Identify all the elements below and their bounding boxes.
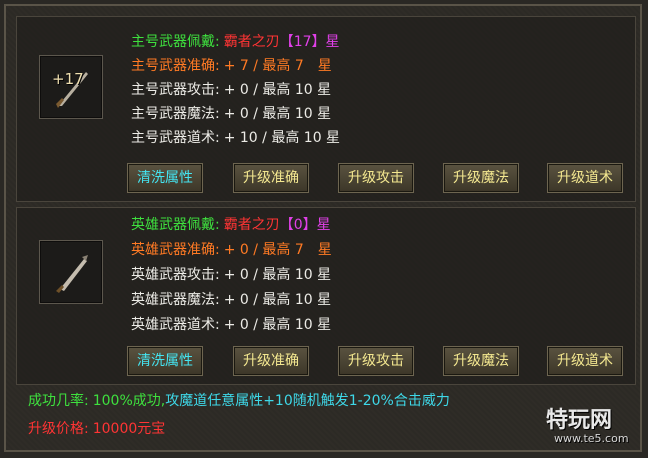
price-value: 10000元宝 bbox=[92, 421, 166, 437]
hero-magic-line: 英雄武器魔法: + 0 / 最高 10 星 bbox=[131, 289, 331, 311]
hero-accuracy-value: + 0 / 最高 7 星 bbox=[223, 242, 332, 258]
success-rate-value: 100%成功, bbox=[92, 393, 166, 409]
success-rate-line: 成功几率: 100%成功,攻魔道任意属性+10随机触发1-20%合击威力 bbox=[28, 390, 450, 412]
main-upgrade-taoism-button[interactable]: 升级道术 bbox=[547, 163, 623, 193]
hero-taoism-line: 英雄武器道术: + 0 / 最高 10 星 bbox=[131, 314, 331, 336]
main-accuracy-label: 主号武器准确: bbox=[131, 58, 220, 74]
main-upgrade-attack-button[interactable]: 升级攻击 bbox=[338, 163, 414, 193]
hero-wear-item: 霸者之刃 bbox=[223, 217, 280, 233]
hero-wear-label: 英雄武器佩戴: bbox=[131, 217, 220, 233]
hero-weapon-panel: 英雄武器佩戴: 霸者之刃【0】星 英雄武器准确: + 0 / 最高 7 星 英雄武器… bbox=[16, 207, 636, 385]
hero-magic-value: + 0 / 最高 10 星 bbox=[223, 292, 332, 308]
main-magic-line: 主号武器魔法: + 0 / 最高 10 星 bbox=[131, 103, 331, 125]
success-rate-desc: 攻魔道任意属性+10随机触发1-20%合击威力 bbox=[165, 393, 450, 409]
main-upgrade-accuracy-button[interactable]: 升级准确 bbox=[233, 163, 309, 193]
watermark-url: www.te5.com bbox=[554, 432, 629, 445]
main-wear-label: 主号武器佩戴: bbox=[131, 34, 220, 50]
main-wear-line: 主号武器佩戴: 霸者之刃【17】星 bbox=[131, 31, 340, 53]
slot-level: +17 bbox=[52, 70, 84, 88]
hero-taoism-value: + 0 / 最高 10 星 bbox=[223, 317, 332, 333]
price-label: 升级价格: bbox=[28, 421, 89, 437]
main-upgrade-magic-button[interactable]: 升级魔法 bbox=[443, 163, 519, 193]
hero-attack-label: 英雄武器攻击: bbox=[131, 267, 220, 283]
hero-button-row: 清洗属性 升级准确 升级攻击 升级魔法 升级道术 bbox=[127, 346, 637, 378]
hero-upgrade-accuracy-button[interactable]: 升级准确 bbox=[233, 346, 309, 376]
main-weapon-slot[interactable]: +17 bbox=[39, 55, 103, 119]
main-wear-item: 霸者之刃 bbox=[223, 34, 280, 50]
hero-wear-line: 英雄武器佩戴: 霸者之刃【0】星 bbox=[131, 214, 331, 236]
watermark-brand: 特玩网 bbox=[546, 408, 613, 433]
main-accuracy-line: 主号武器准确: + 7 / 最高 7 星 bbox=[131, 55, 332, 77]
main-wash-button[interactable]: 清洗属性 bbox=[127, 163, 203, 193]
hero-accuracy-line: 英雄武器准确: + 0 / 最高 7 星 bbox=[131, 239, 332, 261]
main-attack-line: 主号武器攻击: + 0 / 最高 10 星 bbox=[131, 79, 331, 101]
main-attack-value: + 0 / 最高 10 星 bbox=[223, 82, 332, 98]
site-watermark: 特玩网 www.te5.com bbox=[546, 402, 642, 452]
hero-taoism-label: 英雄武器道术: bbox=[131, 317, 220, 333]
hero-upgrade-taoism-button[interactable]: 升级道术 bbox=[547, 346, 623, 376]
main-taoism-label: 主号武器道术: bbox=[131, 130, 220, 146]
sword-icon bbox=[56, 255, 88, 293]
hero-weapon-slot[interactable] bbox=[39, 240, 103, 304]
main-taoism-line: 主号武器道术: + 10 / 最高 10 星 bbox=[131, 127, 340, 149]
hero-accuracy-label: 英雄武器准确: bbox=[131, 242, 220, 258]
main-button-row: 清洗属性 升级准确 升级攻击 升级魔法 升级道术 bbox=[127, 163, 637, 195]
upgrade-info: 成功几率: 100%成功,攻魔道任意属性+10随机触发1-20%合击威力 升级价格… bbox=[16, 390, 636, 450]
main-wear-stars: 【17】 bbox=[279, 34, 326, 50]
price-line: 升级价格: 10000元宝 bbox=[28, 418, 165, 440]
hero-upgrade-magic-button[interactable]: 升级魔法 bbox=[443, 346, 519, 376]
hero-attack-line: 英雄武器攻击: + 0 / 最高 10 星 bbox=[131, 264, 331, 286]
hero-upgrade-attack-button[interactable]: 升级攻击 bbox=[338, 346, 414, 376]
hero-wear-star-unit: 星 bbox=[316, 217, 331, 233]
main-taoism-value: + 10 / 最高 10 星 bbox=[223, 130, 341, 146]
main-accuracy-value: + 7 / 最高 7 星 bbox=[223, 58, 332, 74]
upgrade-window: +17 主号武器佩戴: 霸者之刃【17】星 主号武器准确: + 7 / 最高 7 星… bbox=[4, 4, 642, 452]
success-rate-label: 成功几率: bbox=[28, 393, 89, 409]
hero-attack-value: + 0 / 最高 10 星 bbox=[223, 267, 332, 283]
main-weapon-panel: +17 主号武器佩戴: 霸者之刃【17】星 主号武器准确: + 7 / 最高 7 星… bbox=[16, 16, 636, 202]
main-magic-value: + 0 / 最高 10 星 bbox=[223, 106, 332, 122]
hero-magic-label: 英雄武器魔法: bbox=[131, 292, 220, 308]
hero-wash-button[interactable]: 清洗属性 bbox=[127, 346, 203, 376]
main-wear-star-unit: 星 bbox=[325, 34, 340, 50]
main-magic-label: 主号武器魔法: bbox=[131, 106, 220, 122]
main-attack-label: 主号武器攻击: bbox=[131, 82, 220, 98]
hero-wear-stars: 【0】 bbox=[279, 217, 317, 233]
